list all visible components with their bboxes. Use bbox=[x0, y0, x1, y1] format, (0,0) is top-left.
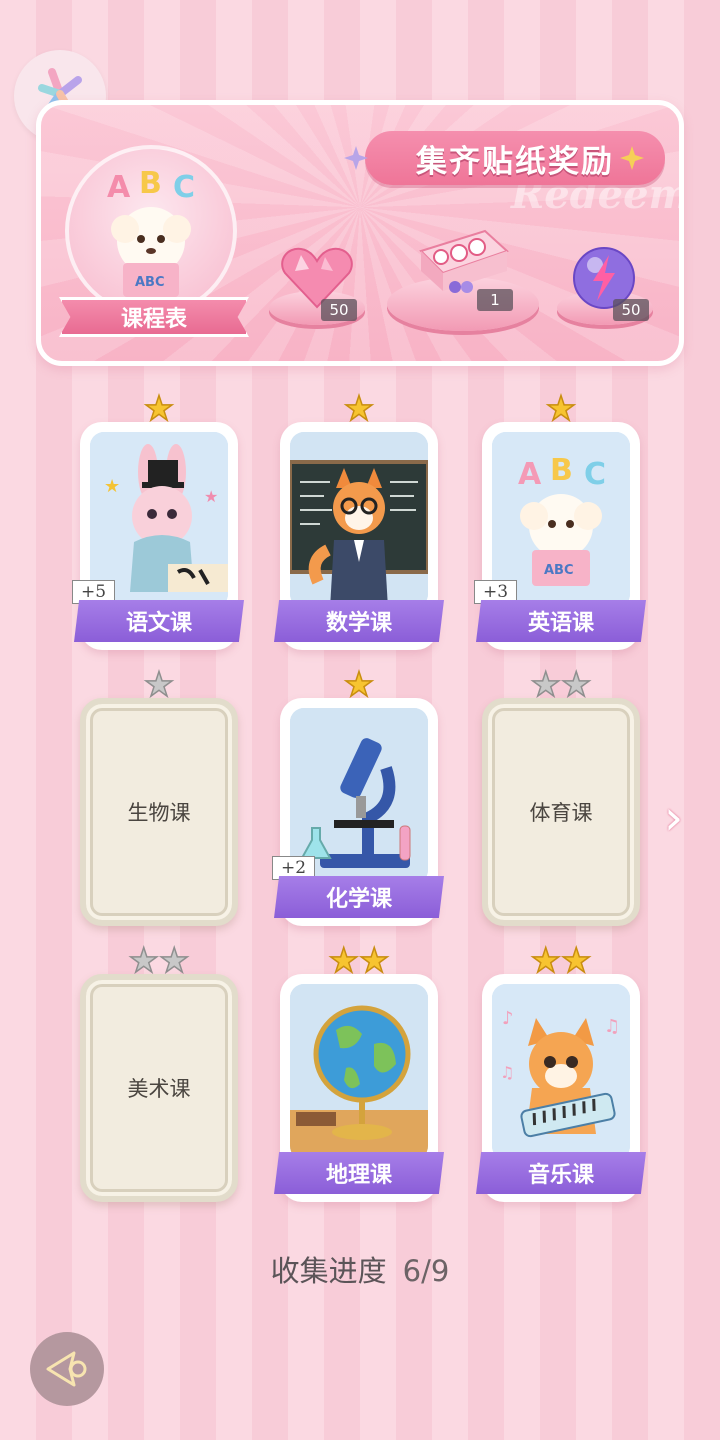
star-rating: ★ ★ bbox=[482, 665, 640, 705]
svg-text:A: A bbox=[107, 170, 131, 205]
course-label: 音乐课 bbox=[476, 1152, 646, 1194]
star-icon: ★ bbox=[343, 665, 375, 705]
fox-teacher-art bbox=[290, 432, 428, 608]
course-card-geography[interactable]: ★ ★ 地理课 bbox=[274, 943, 444, 1202]
locked-card: 生物课 bbox=[80, 698, 238, 926]
course-card-music[interactable]: ★ ★ ♪ ♫ ♫ 音乐课 bbox=[476, 943, 646, 1202]
course-label: 数学课 bbox=[274, 600, 444, 642]
reward-title: 集齐贴纸奖励 bbox=[416, 143, 614, 180]
reward-count: 1 bbox=[477, 289, 513, 311]
back-arrow-icon bbox=[46, 1351, 87, 1387]
svg-text:♫: ♫ bbox=[604, 1016, 620, 1037]
sticker-reward-banner: Redeem 集齐贴纸奖励 A B C ABC 课程表 50 1 50 bbox=[36, 100, 684, 366]
star-icon: ★ bbox=[343, 389, 375, 429]
back-button[interactable] bbox=[30, 1332, 104, 1406]
star-icon: ★ bbox=[328, 941, 360, 981]
course-card-math[interactable]: ★ 数学课 bbox=[274, 391, 444, 650]
locked-card: 美术课 bbox=[80, 974, 238, 1202]
svg-text:ABC: ABC bbox=[135, 275, 165, 290]
star-rating: ★ ★ bbox=[280, 941, 438, 981]
svg-text:A: A bbox=[518, 457, 542, 492]
globe-icon bbox=[290, 984, 428, 1160]
course-card-english[interactable]: ★ A B C ABC +3 英语课 bbox=[474, 391, 646, 650]
svg-text:B: B bbox=[139, 166, 162, 201]
svg-text:C: C bbox=[584, 457, 606, 492]
progress-label: 收集进度 bbox=[270, 1254, 387, 1288]
course-card-chinese[interactable]: ★ ★ ★ +5 语文课 bbox=[72, 391, 244, 650]
progress-value: 6/9 bbox=[402, 1254, 450, 1288]
fox-teacher-icon bbox=[290, 432, 428, 608]
schedule-button[interactable]: 课程表 bbox=[59, 297, 249, 337]
star-rating: ★ ★ bbox=[80, 941, 238, 981]
star-icon: ★ bbox=[358, 941, 390, 981]
sparkle-star-icon bbox=[344, 146, 368, 170]
star-icon: ★ bbox=[560, 941, 592, 981]
course-card-art[interactable]: ★ ★ 美术课 bbox=[80, 943, 238, 1202]
star-rating: ★ bbox=[80, 389, 238, 429]
collection-progress: 收集进度 6/9 bbox=[0, 1248, 720, 1290]
cat-keyboard-icon: ♪ ♫ ♫ bbox=[492, 984, 630, 1160]
svg-text:★: ★ bbox=[204, 487, 218, 506]
course-label: 英语课 bbox=[476, 600, 646, 642]
next-page-chevron-icon[interactable]: › bbox=[664, 790, 683, 846]
star-rating: ★ ★ bbox=[482, 941, 640, 981]
star-rating: ★ bbox=[482, 389, 640, 429]
svg-text:C: C bbox=[173, 170, 195, 205]
star-icon: ★ bbox=[143, 665, 175, 705]
course-label: 语文课 bbox=[74, 600, 244, 642]
svg-text:ABC: ABC bbox=[544, 563, 574, 578]
star-rating: ★ bbox=[280, 389, 438, 429]
svg-text:B: B bbox=[550, 453, 573, 488]
course-card-biology[interactable]: ★ 生物课 bbox=[80, 667, 238, 926]
gift-box-icon bbox=[419, 229, 509, 293]
star-rating: ★ bbox=[80, 665, 238, 705]
reward-count: 50 bbox=[321, 299, 357, 321]
course-label: 化学课 bbox=[274, 876, 444, 918]
star-icon: ★ bbox=[545, 389, 577, 429]
globe-art bbox=[290, 984, 428, 1160]
course-card-chemistry[interactable]: ★ +2 化学课 bbox=[272, 667, 444, 926]
svg-text:♫: ♫ bbox=[500, 1063, 514, 1082]
course-card-pe[interactable]: ★ ★ 体育课 bbox=[482, 667, 640, 926]
star-icon: ★ bbox=[530, 665, 562, 705]
cat-keyboard-art: ♪ ♫ ♫ bbox=[492, 984, 630, 1160]
course-label: 体育课 bbox=[529, 801, 593, 825]
course-label: 生物课 bbox=[127, 801, 191, 825]
svg-text:♪: ♪ bbox=[502, 1008, 514, 1029]
locked-card: 体育课 bbox=[482, 698, 640, 926]
schedule-poodle-portrait[interactable]: A B C ABC bbox=[65, 145, 237, 317]
star-icon: ★ bbox=[128, 941, 160, 981]
star-icon: ★ bbox=[560, 665, 592, 705]
course-label: 地理课 bbox=[274, 1152, 444, 1194]
svg-text:★: ★ bbox=[104, 476, 120, 497]
sparkle-star-icon bbox=[620, 146, 644, 170]
star-icon: ★ bbox=[158, 941, 190, 981]
star-rating: ★ bbox=[280, 665, 438, 705]
reward-count: 50 bbox=[613, 299, 649, 321]
star-icon: ★ bbox=[143, 389, 175, 429]
poodle-abc-icon: A B C ABC bbox=[107, 166, 195, 297]
course-label: 美术课 bbox=[127, 1077, 191, 1101]
star-icon: ★ bbox=[530, 941, 562, 981]
